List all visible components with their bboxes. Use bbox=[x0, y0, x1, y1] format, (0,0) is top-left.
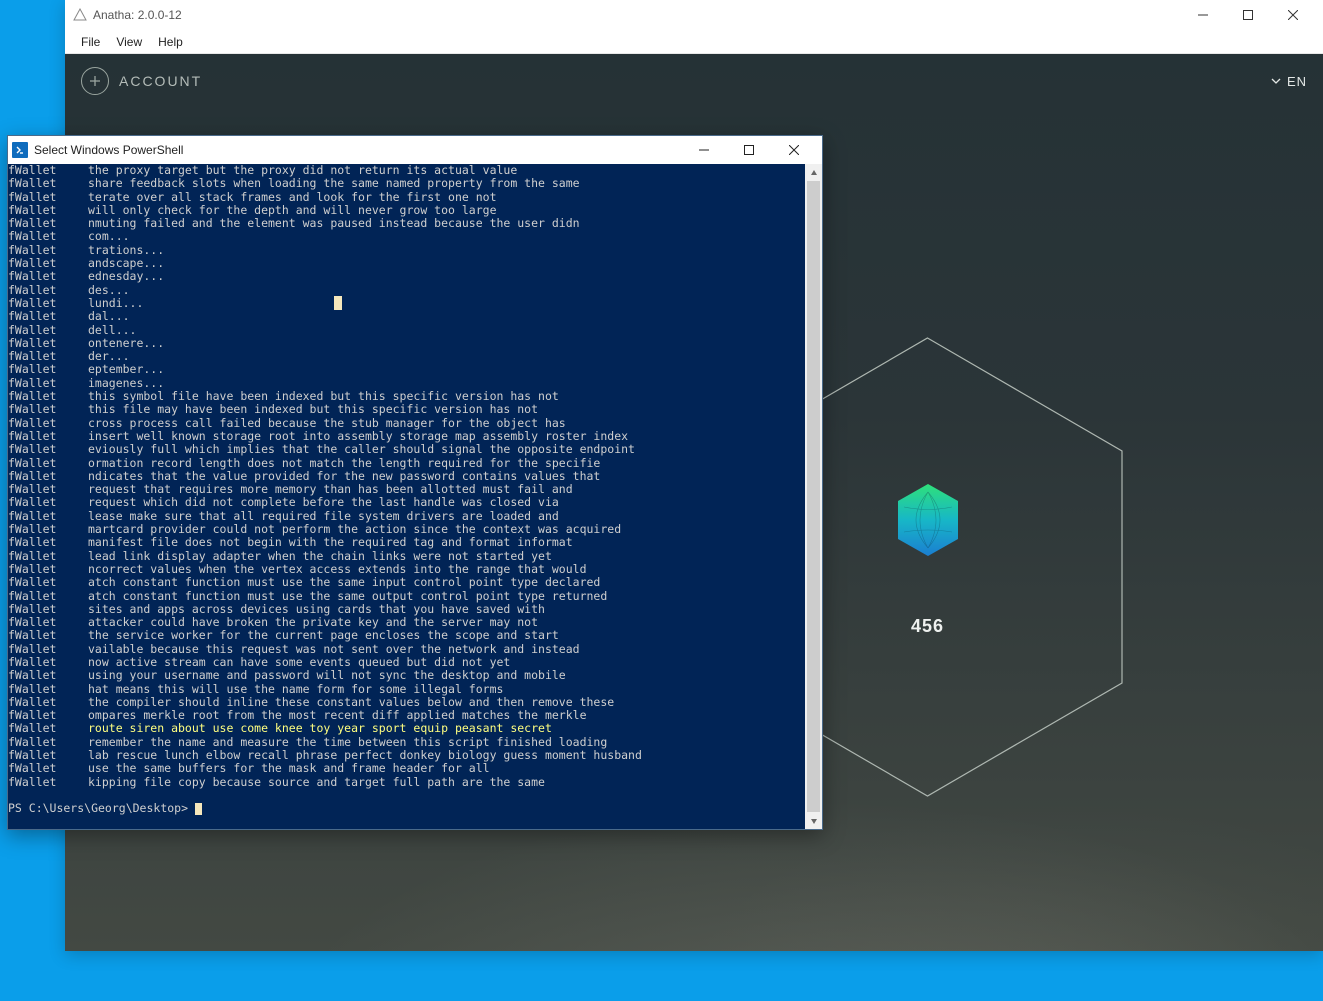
console-line: fWalletlab rescue lunch elbow recall phr… bbox=[8, 749, 805, 762]
console-line: fWalletremember the name and measure the… bbox=[8, 736, 805, 749]
console-line: fWalletthe compiler should inline these … bbox=[8, 696, 805, 709]
close-button[interactable] bbox=[1270, 1, 1315, 30]
console-line: fWalleteviously full which implies that … bbox=[8, 443, 805, 456]
console-line: fWalletthe service worker for the curren… bbox=[8, 629, 805, 642]
console-line: fWalletatch constant function must use t… bbox=[8, 590, 805, 603]
scrollbar-thumb[interactable] bbox=[807, 181, 820, 812]
console-line: fWalletmanifest file does not begin with… bbox=[8, 536, 805, 549]
console-line: fWalletcross process call failed because… bbox=[8, 417, 805, 430]
console-blank-line bbox=[8, 789, 805, 802]
console-line: fWalletusing your username and password … bbox=[8, 669, 805, 682]
menu-help[interactable]: Help bbox=[150, 33, 191, 51]
console-line: fWalletsites and apps across devices usi… bbox=[8, 603, 805, 616]
console-line: fWalletthis file may have been indexed b… bbox=[8, 403, 805, 416]
console-line: fWalletinsert well known storage root in… bbox=[8, 430, 805, 443]
console-line: fWallethat means this will use the name … bbox=[8, 683, 805, 696]
ps-maximize-button[interactable] bbox=[726, 137, 771, 163]
console-line: fWallettrations... bbox=[8, 244, 805, 257]
powershell-icon bbox=[12, 142, 28, 158]
console-line: fWalletatch constant function must use t… bbox=[8, 576, 805, 589]
console-line: fWalletndicates that the value provided … bbox=[8, 470, 805, 483]
console-line: fWalletmartcard provider could not perfo… bbox=[8, 523, 805, 536]
menu-view[interactable]: View bbox=[108, 33, 150, 51]
console-cursor bbox=[195, 803, 202, 815]
console-prompt-line[interactable]: PS C:\Users\Georg\Desktop> bbox=[8, 802, 805, 815]
plus-circle-icon bbox=[81, 67, 109, 95]
console-line: fWalletrequest that requires more memory… bbox=[8, 483, 805, 496]
anatha-app-icon bbox=[73, 8, 87, 22]
console-line: fWalletnmuting failed and the element wa… bbox=[8, 217, 805, 230]
menu-file[interactable]: File bbox=[73, 33, 108, 51]
console-line: fWalletandscape... bbox=[8, 257, 805, 270]
console-line: fWalletnow active stream can have some e… bbox=[8, 656, 805, 669]
console-line: fWalletthis symbol file have been indexe… bbox=[8, 390, 805, 403]
chevron-down-icon bbox=[1271, 76, 1281, 86]
console-line: fWalletwill only check for the depth and… bbox=[8, 204, 805, 217]
console-line: fWalletattacker could have broken the pr… bbox=[8, 616, 805, 629]
console-line: fWalletthe proxy target but the proxy di… bbox=[8, 164, 805, 177]
anatha-menubar: File View Help bbox=[65, 30, 1323, 54]
account-button[interactable]: ACCOUNT bbox=[81, 67, 202, 95]
wallet-logo-icon bbox=[894, 482, 962, 558]
selection-cursor bbox=[334, 296, 342, 310]
console-line: fWalletednesday... bbox=[8, 270, 805, 283]
console-line: fWalletterate over all stack frames and … bbox=[8, 191, 805, 204]
powershell-body[interactable]: fWalletthe proxy target but the proxy di… bbox=[8, 164, 822, 829]
anatha-title: Anatha: 2.0.0-12 bbox=[93, 8, 182, 22]
console-line: fWalletder... bbox=[8, 350, 805, 363]
console-prompt: PS C:\Users\Georg\Desktop> bbox=[8, 801, 195, 815]
language-label: EN bbox=[1287, 74, 1307, 89]
console-line: fWalletrequest which did not complete be… bbox=[8, 496, 805, 509]
powershell-scrollbar[interactable] bbox=[805, 164, 822, 829]
powershell-window-controls bbox=[681, 137, 816, 163]
console-line: fWalletimagenes... bbox=[8, 377, 805, 390]
anatha-header: ACCOUNT EN bbox=[65, 54, 1323, 108]
console-line: fWalletncorrect values when the vertex a… bbox=[8, 563, 805, 576]
powershell-title: Select Windows PowerShell bbox=[34, 143, 183, 157]
console-line: fWalletkipping file copy because source … bbox=[8, 776, 805, 789]
anatha-window-controls bbox=[1180, 1, 1315, 30]
console-line: fWalletshare feedback slots when loading… bbox=[8, 177, 805, 190]
console-line: fWalletcom... bbox=[8, 230, 805, 243]
powershell-window: Select Windows PowerShell fWalletthe pro… bbox=[7, 135, 823, 830]
account-label: ACCOUNT bbox=[119, 73, 202, 89]
console-line: fWalletlead link display adapter when th… bbox=[8, 550, 805, 563]
console-line: fWalletlundi... bbox=[8, 297, 805, 310]
console-line: fWalletvailable because this request was… bbox=[8, 643, 805, 656]
minimize-button[interactable] bbox=[1180, 1, 1225, 30]
ps-close-button[interactable] bbox=[771, 137, 816, 163]
console-line: fWalletlease make sure that all required… bbox=[8, 510, 805, 523]
scrollbar-down-button[interactable] bbox=[805, 812, 822, 829]
console-line: fWalletdell... bbox=[8, 324, 805, 337]
console-line: fWalletontenere... bbox=[8, 337, 805, 350]
powershell-output[interactable]: fWalletthe proxy target but the proxy di… bbox=[8, 164, 805, 829]
console-line: fWalletdes... bbox=[8, 284, 805, 297]
console-line: fWalletormation record length does not m… bbox=[8, 457, 805, 470]
console-line: fWalletompares merkle root from the most… bbox=[8, 709, 805, 722]
console-line: fWalletroute siren about use come knee t… bbox=[8, 722, 805, 735]
language-button[interactable]: EN bbox=[1271, 74, 1307, 89]
anatha-titlebar[interactable]: Anatha: 2.0.0-12 bbox=[65, 0, 1323, 30]
console-line: fWalleteptember... bbox=[8, 363, 805, 376]
console-line: fWalletdal... bbox=[8, 310, 805, 323]
scrollbar-up-button[interactable] bbox=[805, 164, 822, 181]
powershell-titlebar[interactable]: Select Windows PowerShell bbox=[8, 136, 822, 164]
maximize-button[interactable] bbox=[1225, 1, 1270, 30]
ps-minimize-button[interactable] bbox=[681, 137, 726, 163]
console-line: fWalletuse the same buffers for the mask… bbox=[8, 762, 805, 775]
